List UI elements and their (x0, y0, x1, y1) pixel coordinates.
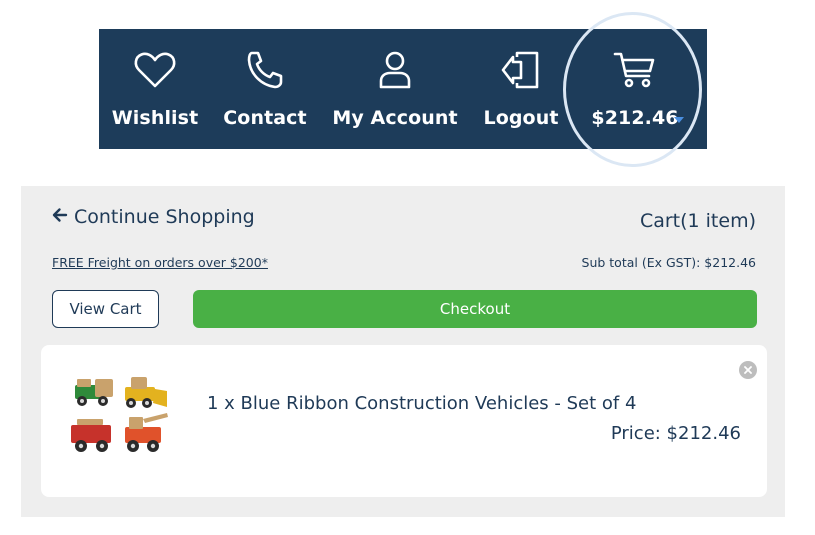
nav-cart[interactable]: $212.46 (573, 29, 697, 149)
product-image[interactable] (69, 373, 173, 465)
nav-wishlist[interactable]: Wishlist (99, 29, 211, 149)
subtotal: Sub total (Ex GST): $212.46 (581, 255, 756, 270)
nav-logout[interactable]: Logout (471, 29, 571, 149)
continue-shopping-link[interactable]: Continue Shopping (52, 206, 255, 228)
chevron-down-icon[interactable] (674, 117, 684, 123)
cart-icon (611, 49, 659, 91)
top-nav-bar: Wishlist Contact My Account Logout $212.… (99, 29, 707, 149)
logout-icon (497, 49, 545, 91)
nav-contact[interactable]: Contact (215, 29, 315, 149)
cart-count: Cart(1 item) (639, 210, 756, 232)
continue-shopping-label: Continue Shopping (74, 206, 255, 228)
checkout-button[interactable]: Checkout (193, 290, 757, 328)
phone-icon (241, 49, 289, 91)
arrow-left-icon (52, 206, 68, 228)
nav-my-account[interactable]: My Account (325, 29, 465, 149)
cart-item: 1 x Blue Ribbon Construction Vehicles - … (41, 345, 767, 497)
cart-panel: Continue Shopping Cart(1 item) FREE Frei… (21, 186, 785, 517)
nav-contact-label: Contact (223, 107, 307, 129)
nav-my-account-label: My Account (332, 107, 458, 129)
cart-item-name[interactable]: 1 x Blue Ribbon Construction Vehicles - … (207, 393, 636, 414)
free-freight-link[interactable]: FREE Freight on orders over $200* (52, 255, 268, 270)
nav-logout-label: Logout (483, 107, 559, 129)
nav-wishlist-label: Wishlist (111, 107, 199, 129)
nav-cart-total: $212.46 (591, 107, 679, 129)
heart-icon (131, 49, 179, 91)
cart-item-price: Price: $212.46 (610, 423, 741, 444)
close-icon[interactable] (739, 361, 757, 379)
user-icon (371, 49, 419, 91)
view-cart-button[interactable]: View Cart (52, 290, 159, 328)
